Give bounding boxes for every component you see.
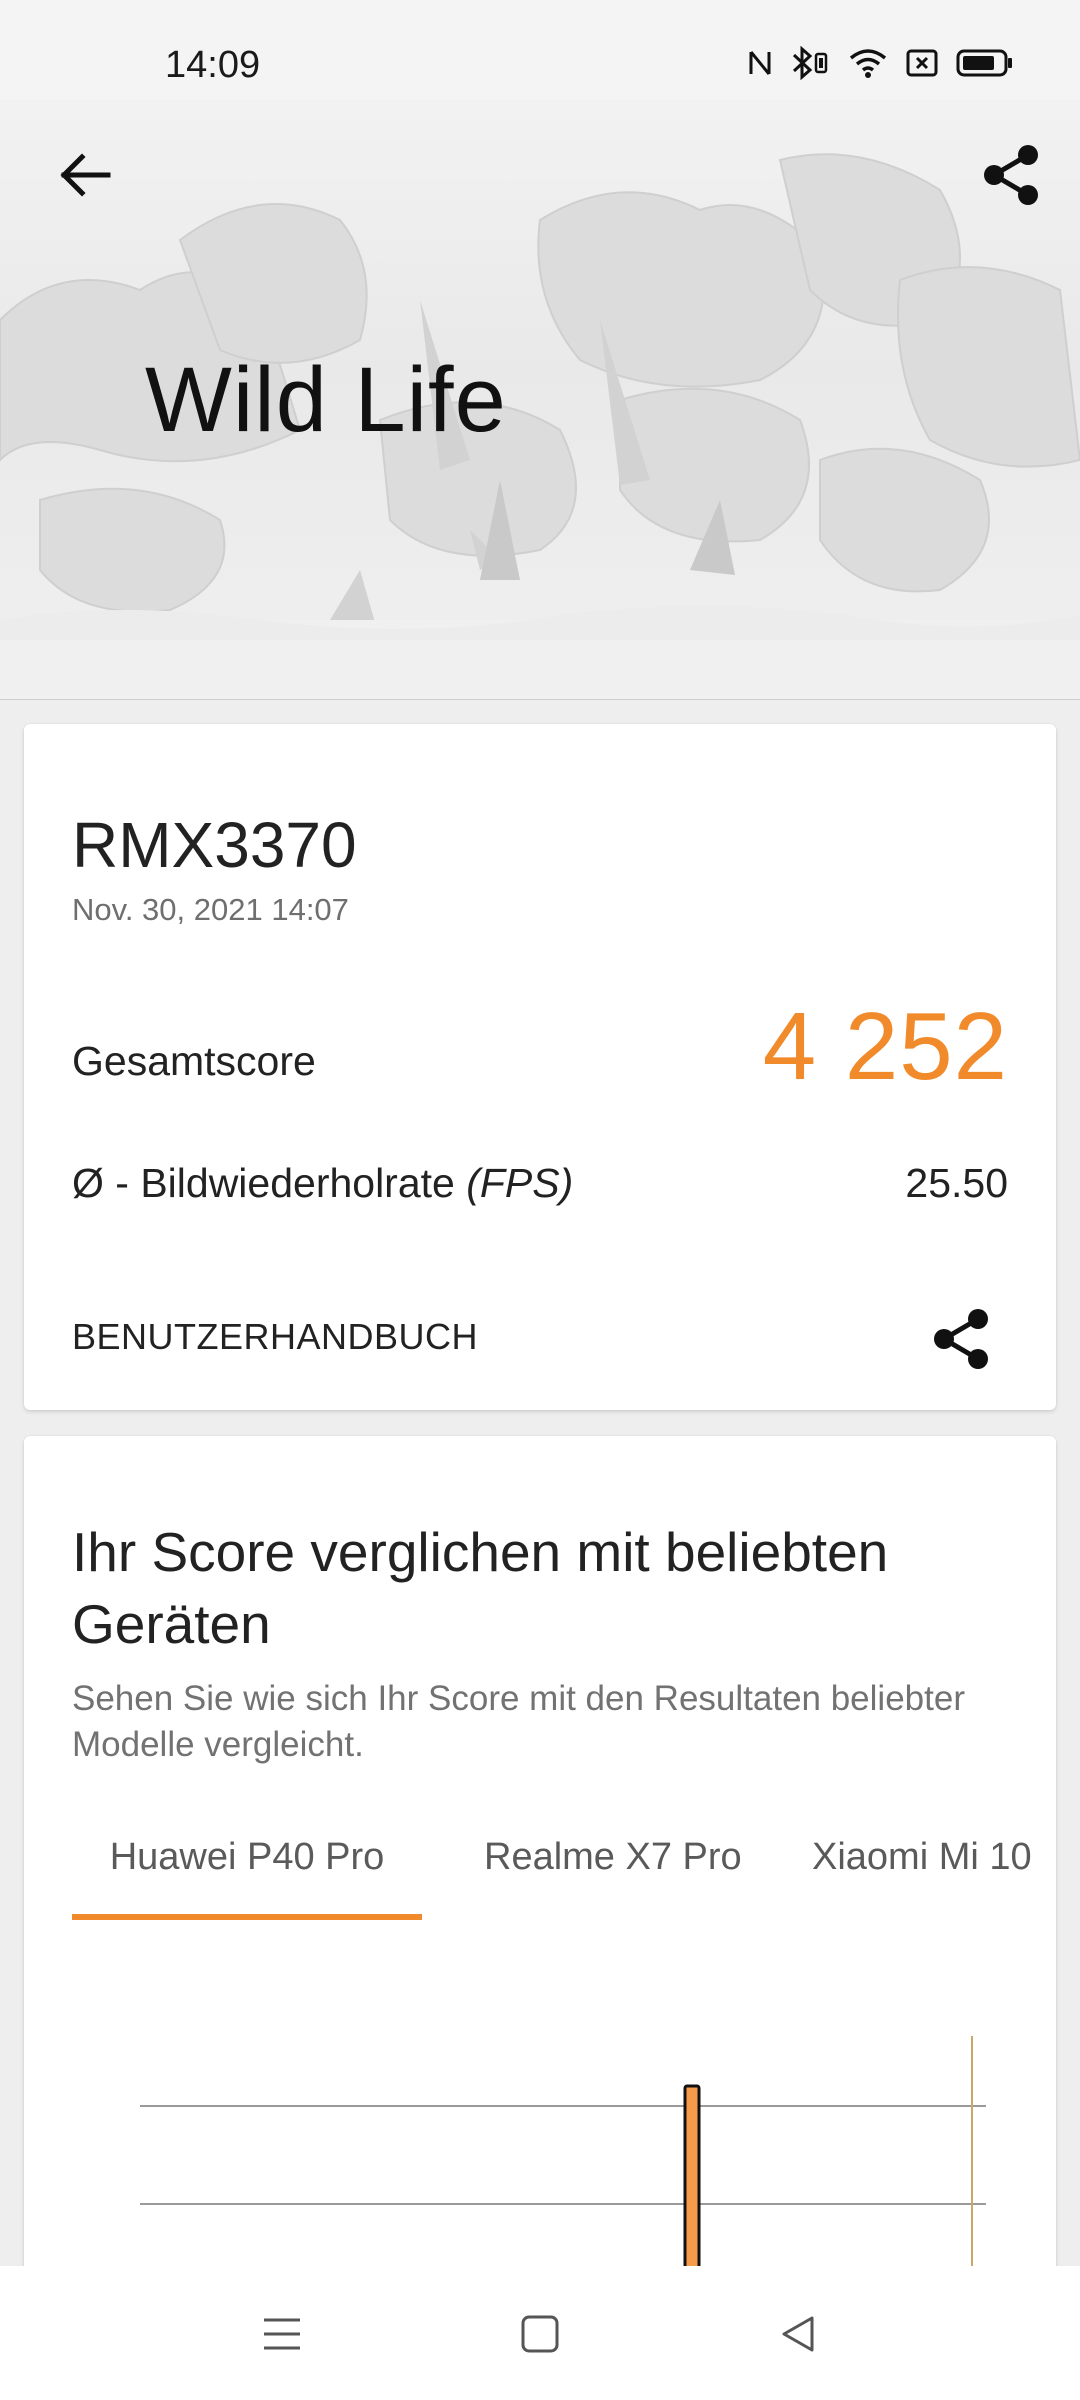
fps-value: 25.50: [905, 1160, 1008, 1206]
hero-banner: Wild Life: [0, 100, 1080, 700]
device-tabs: Huawei P40 Pro Realme X7 Pro Xiaomi Mi 1…: [72, 1836, 1032, 1920]
nfc-icon: [748, 48, 772, 78]
share-result-button[interactable]: [926, 1304, 996, 1374]
share-button-header[interactable]: [976, 140, 1046, 210]
recent-apps-button[interactable]: [250, 2302, 314, 2366]
system-nav-bar: [0, 2266, 1080, 2400]
score-value: 4 252: [762, 993, 1008, 1100]
home-button[interactable]: [508, 2302, 572, 2366]
share-icon: [984, 145, 1038, 205]
sim-off-icon: [906, 48, 938, 78]
status-time: 14:09: [165, 44, 261, 86]
user-manual-link[interactable]: BENUTZERHANDBUCH: [72, 1316, 478, 1358]
battery-icon: [956, 48, 1014, 78]
result-date: Nov. 30, 2021 14:07: [72, 892, 349, 927]
tab-realme-x7-pro[interactable]: Realme X7 Pro: [484, 1836, 742, 1920]
menu-icon: [264, 2318, 300, 2350]
result-card: RMX3370 Nov. 30, 2021 14:07 Gesamtscore …: [24, 724, 1056, 1410]
active-tab-indicator: [72, 1914, 422, 1920]
home-icon: [521, 2315, 559, 2353]
device-name: RMX3370: [72, 809, 357, 881]
compare-card: Ihr Score verglichen mit beliebten Gerät…: [24, 1436, 1056, 2400]
share-icon: [934, 1309, 988, 1369]
status-icons: [748, 46, 1014, 80]
system-back-button[interactable]: [766, 2302, 830, 2366]
benchmark-title: Wild Life: [145, 349, 507, 451]
wifi-icon: [848, 47, 888, 79]
compare-subtitle: Sehen Sie wie sich Ihr Score mit den Res…: [72, 1679, 965, 1764]
arrow-left-icon: [60, 153, 111, 197]
back-button[interactable]: [50, 140, 120, 210]
back-triangle-icon: [782, 2316, 814, 2352]
bluetooth-icon: [790, 46, 830, 80]
tab-huawei-p40-pro[interactable]: Huawei P40 Pro: [72, 1836, 422, 1920]
compare-title: Ihr Score verglichen mit beliebten Gerät…: [72, 1521, 889, 1655]
fps-label-unit: (FPS): [466, 1160, 574, 1206]
status-bar: 14:09: [0, 0, 1080, 100]
score-label: Gesamtscore: [72, 1038, 316, 1084]
fps-label-prefix: Ø - Bildwiederholrate: [72, 1160, 467, 1206]
tab-xiaomi-mi-10[interactable]: Xiaomi Mi 10: [812, 1836, 1032, 1920]
fps-label: Ø - Bildwiederholrate (FPS): [72, 1160, 573, 1207]
